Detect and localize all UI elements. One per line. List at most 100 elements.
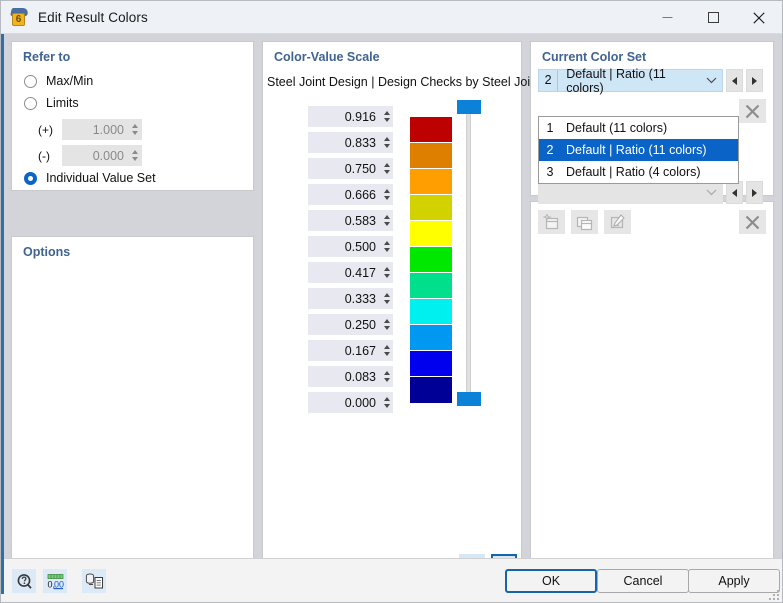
color-value-input-10[interactable]: 0.083: [308, 366, 393, 387]
options-group: Options: [11, 236, 254, 585]
delete-value-set-button[interactable]: [739, 210, 766, 234]
color-value-input-5[interactable]: 0.500: [308, 236, 393, 257]
color-value-3: 0.666: [344, 187, 376, 202]
range-slider-max-handle[interactable]: [457, 100, 481, 114]
color-band-5[interactable]: [410, 247, 452, 273]
limit-plus-value: 1.000: [92, 122, 124, 137]
new-value-set-button[interactable]: [538, 210, 565, 234]
current-color-set-combobox[interactable]: 2 Default | Ratio (11 colors): [538, 67, 723, 95]
color-value-input-6[interactable]: 0.417: [308, 262, 393, 283]
radio-individual-value-set-label: Individual Value Set: [46, 171, 156, 185]
color-value-input-4[interactable]: 0.583: [308, 210, 393, 231]
color-value-input-3[interactable]: 0.666: [308, 184, 393, 205]
current-color-set-number: 2: [539, 70, 559, 91]
color-value-stepper-7[interactable]: [380, 289, 393, 308]
color-band-2[interactable]: [410, 169, 452, 195]
window-controls: [644, 1, 782, 34]
close-icon[interactable]: [736, 1, 782, 34]
color-value-stepper-11[interactable]: [380, 393, 393, 412]
color-set-option-number-3: 3: [546, 165, 554, 179]
color-band-8[interactable]: [410, 325, 452, 351]
report-icon[interactable]: [82, 569, 106, 593]
color-value-0: 0.916: [344, 109, 376, 124]
color-value-stepper-8[interactable]: [380, 315, 393, 334]
color-band-10[interactable]: [410, 377, 452, 403]
limit-minus-stepper[interactable]: [128, 146, 141, 165]
radio-maxmin[interactable]: Max/Min: [24, 74, 93, 88]
limit-minus-row: (-) 0.000: [28, 145, 142, 166]
color-value-input-7[interactable]: 0.333: [308, 288, 393, 309]
color-value-input-2[interactable]: 0.750: [308, 158, 393, 179]
delete-color-set-button[interactable]: [739, 99, 766, 123]
app-icon: 6: [10, 7, 30, 27]
color-band-3[interactable]: [410, 195, 452, 221]
dialog-footer: 0, 00 OK Cancel Apply: [1, 558, 782, 602]
limit-minus-label: (-): [38, 148, 50, 163]
color-band-0[interactable]: [410, 117, 452, 143]
number-format-icon[interactable]: 0, 00: [43, 569, 67, 593]
chevron-down-icon[interactable]: [700, 189, 722, 196]
limit-plus-input[interactable]: 1.000: [62, 119, 142, 140]
limit-minus-input[interactable]: 0.000: [62, 145, 142, 166]
color-value-scale-area: 0.916 0.833 0.750 0.666 0.583 0.500 0.417 0.333…: [263, 100, 521, 544]
range-slider[interactable]: [457, 100, 483, 406]
color-value-scale-subtitle: Steel Joint Design | Design Checks by St…: [267, 75, 547, 89]
radio-individual-value-set-indicator: [24, 171, 37, 185]
color-set-option-label-2: Default | Ratio (11 colors): [566, 143, 707, 157]
radio-individual-value-set[interactable]: Individual Value Set: [24, 171, 156, 185]
color-value-stepper-3[interactable]: [380, 185, 393, 204]
color-set-option-3[interactable]: 3 Default | Ratio (4 colors): [539, 161, 738, 183]
copy-value-set-button[interactable]: [571, 210, 598, 234]
window-title: Edit Result Colors: [38, 9, 148, 25]
color-set-next-button[interactable]: [746, 69, 763, 92]
range-slider-min-handle[interactable]: [457, 392, 481, 406]
color-value-stepper-6[interactable]: [380, 263, 393, 282]
minimize-icon[interactable]: [644, 1, 690, 34]
color-value-4: 0.583: [344, 213, 376, 228]
color-set-dropdown-list[interactable]: 1 Default (11 colors) 2 Default | Ratio (11…: [538, 116, 739, 184]
color-set-prev-button[interactable]: [726, 69, 743, 92]
ok-button[interactable]: OK: [505, 569, 597, 593]
color-band-7[interactable]: [410, 299, 452, 325]
limit-minus-value: 0.000: [92, 148, 124, 163]
value-set-prev-button[interactable]: [726, 181, 743, 204]
color-set-option-2[interactable]: 2 Default | Ratio (11 colors): [539, 139, 738, 161]
color-value-stepper-0[interactable]: [380, 107, 393, 126]
color-bar[interactable]: [410, 117, 452, 403]
radio-limits-indicator: [24, 96, 37, 110]
color-set-option-1[interactable]: 1 Default (11 colors): [539, 117, 738, 139]
help-icon[interactable]: [12, 569, 36, 593]
color-value-10: 0.083: [344, 369, 376, 384]
cancel-button[interactable]: Cancel: [597, 569, 689, 593]
color-band-9[interactable]: [410, 351, 452, 377]
color-value-input-0[interactable]: 0.916: [308, 106, 393, 127]
edit-result-colors-dialog: 6 Edit Result Colors Refer to Max/Min Li…: [0, 0, 783, 603]
color-value-input-1[interactable]: 0.833: [308, 132, 393, 153]
color-value-input-9[interactable]: 0.167: [308, 340, 393, 361]
edit-value-set-button[interactable]: [604, 210, 631, 234]
color-value-input-11[interactable]: 0.000: [308, 392, 393, 413]
color-band-1[interactable]: [410, 143, 452, 169]
color-value-stepper-9[interactable]: [380, 341, 393, 360]
window-left-accent: [1, 34, 4, 594]
color-value-stepper-4[interactable]: [380, 211, 393, 230]
color-band-6[interactable]: [410, 273, 452, 299]
current-value-set-combo-row: [538, 181, 763, 204]
resize-grip[interactable]: [767, 588, 779, 600]
color-value-stepper-5[interactable]: [380, 237, 393, 256]
limit-plus-stepper[interactable]: [128, 120, 141, 139]
limit-plus-row: (+) 1.000: [28, 119, 142, 140]
color-value-input-8[interactable]: 0.250: [308, 314, 393, 335]
color-value-stepper-1[interactable]: [380, 133, 393, 152]
value-set-next-button[interactable]: [746, 181, 763, 204]
chevron-down-icon[interactable]: [701, 77, 722, 84]
current-color-set-combo-row: 2 Default | Ratio (11 colors): [538, 67, 763, 95]
radio-limits[interactable]: Limits: [24, 96, 79, 110]
current-value-set-combobox[interactable]: [538, 181, 723, 204]
color-value-stepper-10[interactable]: [380, 367, 393, 386]
color-value-stepper-2[interactable]: [380, 159, 393, 178]
maximize-icon[interactable]: [690, 1, 736, 34]
color-value-1: 0.833: [344, 135, 376, 150]
color-band-4[interactable]: [410, 221, 452, 247]
range-slider-track: [466, 106, 471, 400]
